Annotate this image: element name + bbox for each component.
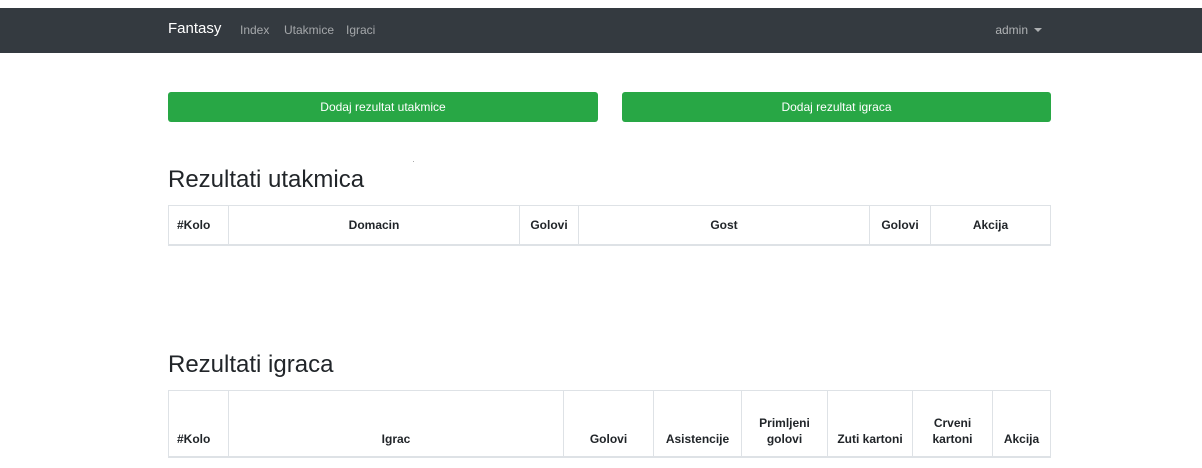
caret-down-icon [1034,28,1042,32]
col-primljeni-golovi: Primljeni golovi [741,390,828,458]
nav-link-index[interactable]: Index [240,23,269,37]
col-golovi: Golovi [563,390,654,458]
col-igrac: Igrac [228,390,564,458]
col-golovi-home: Golovi [519,205,579,246]
user-menu-dropdown[interactable]: admin [995,23,1042,37]
col-crveni-kartoni: Crveni kartoni [912,390,993,458]
col-kolo: #Kolo [168,390,229,458]
table-header-row: #Kolo Domacin Golovi Gost Golovi Akcija [168,205,1051,246]
brand-link[interactable]: Fantasy [168,20,221,37]
stray-dot [413,161,414,162]
col-akcija: Akcija [930,205,1051,246]
col-akcija: Akcija [992,390,1051,458]
player-results-table: #Kolo Igrac Golovi Asistencije Primljeni… [168,390,1051,458]
col-zuti-kartoni: Zuti kartoni [827,390,913,458]
nav-link-igraci[interactable]: Igraci [346,23,375,37]
user-name: admin [995,23,1028,37]
nav-link-utakmice[interactable]: Utakmice [284,23,334,37]
col-kolo: #Kolo [168,205,229,246]
col-domacin: Domacin [228,205,520,246]
player-results-title: Rezultati igraca [168,351,334,378]
col-asistencije: Asistencije [653,390,742,458]
add-player-result-button[interactable]: Dodaj rezultat igraca [622,92,1051,122]
col-golovi-away: Golovi [869,205,931,246]
navbar: Fantasy Index Utakmice Igraci admin [0,8,1202,53]
table-header-row: #Kolo Igrac Golovi Asistencije Primljeni… [168,390,1051,458]
match-results-table: #Kolo Domacin Golovi Gost Golovi Akcija [168,205,1051,246]
add-match-result-button[interactable]: Dodaj rezultat utakmice [168,92,598,122]
match-results-title: Rezultati utakmica [168,166,365,193]
col-gost: Gost [578,205,870,246]
